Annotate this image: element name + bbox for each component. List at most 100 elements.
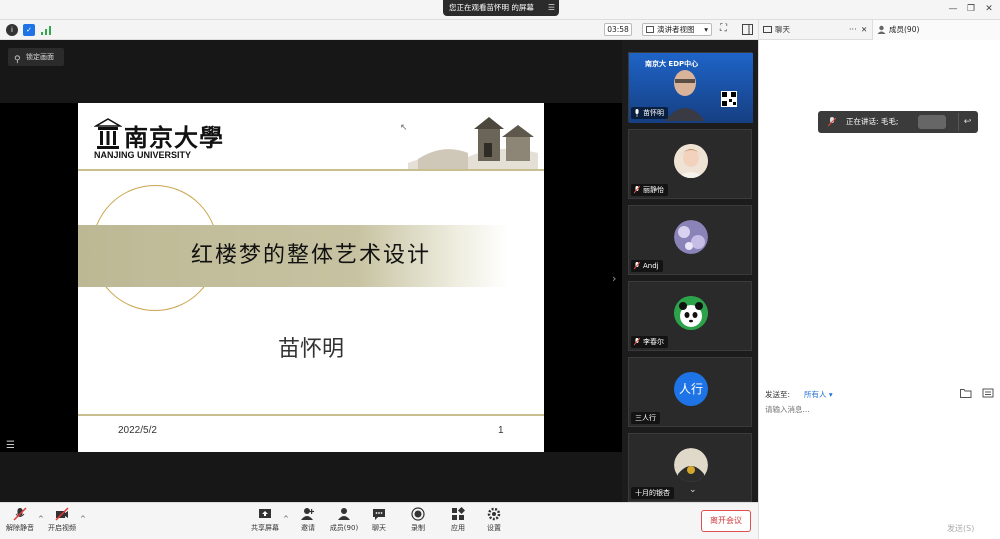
participant-tile[interactable]: 李春尔 xyxy=(628,281,752,351)
fullscreen-icon[interactable]: ⛶ xyxy=(720,23,727,34)
scroll-down-icon[interactable]: ⌄ xyxy=(689,485,697,495)
chevron-down-icon: ▾ xyxy=(704,25,708,34)
start-video-label: 开启视频 xyxy=(48,524,76,532)
shared-screen-stage[interactable]: ⚲ 锁定画面 南京大學 NANJING UNIVERSITY ↖ 红楼梦的整体艺… xyxy=(0,40,622,502)
qr-code-image xyxy=(721,91,737,107)
members-tab-icon xyxy=(877,25,886,34)
banner-menu-icon[interactable]: ☰ xyxy=(548,0,555,16)
speaking-mic-icon xyxy=(828,117,836,127)
gear-icon xyxy=(487,507,501,521)
mic-muted-icon xyxy=(634,186,640,194)
minimize-button[interactable]: — xyxy=(946,2,960,16)
avatar-photo xyxy=(674,220,708,254)
participant-gallery: 南京大 EDP中心 苗怀明 丽静怡 Andj 李春尔 人行 三人行 十月的银杏 … xyxy=(622,40,758,502)
camera-off-icon xyxy=(55,507,69,521)
slide-title: 红楼梦的整体艺术设计 xyxy=(190,243,431,268)
chat-panel: 正在讲话: 毛毛; ↩ 发送至: 所有人 ▾ 发送(S) xyxy=(758,40,1000,539)
tab-members[interactable]: 成员(90) xyxy=(872,20,1000,40)
share-screen-icon xyxy=(259,509,271,518)
chat-tab-icon xyxy=(763,26,772,33)
participant-tile[interactable]: 十月的银杏 ⌄ xyxy=(628,433,752,502)
start-video-button[interactable]: 开启视频 xyxy=(42,506,82,538)
chevron-right-icon[interactable]: › xyxy=(612,272,616,285)
signal-icon[interactable] xyxy=(40,24,52,36)
mic-muted-icon xyxy=(634,262,640,270)
mic-icon xyxy=(635,109,639,117)
header-divider xyxy=(78,169,544,171)
record-button[interactable]: 录制 xyxy=(398,506,438,538)
video-toolbar: i ✓ 03:58 演讲者视图 ▾ ⛶ xyxy=(0,20,758,40)
record-label: 录制 xyxy=(411,524,425,532)
pin-view-label: 锁定画面 xyxy=(26,53,54,61)
window-titlebar: 您正在观看苗怀明 的屏幕 ☰ — ❐ ✕ xyxy=(0,0,1000,20)
apps-label: 应用 xyxy=(451,524,465,532)
pin-icon: ⚲ xyxy=(14,55,21,65)
members-label: 成员(90) xyxy=(329,524,359,532)
slide-frame: 南京大學 NANJING UNIVERSITY ↖ 红楼梦的整体艺术设计 苗怀明… xyxy=(0,103,622,452)
settings-button[interactable]: 设置 xyxy=(474,506,514,538)
apps-button[interactable]: 应用 xyxy=(438,506,478,538)
members-tab-label: 成员(90) xyxy=(889,25,920,34)
pin-view-button[interactable]: ⚲ 锁定画面 xyxy=(8,48,64,66)
file-folder-icon[interactable] xyxy=(960,388,972,398)
university-name-cn: 南京大學 xyxy=(124,123,224,152)
list-icon[interactable]: ☰ xyxy=(6,440,18,452)
participant-avatar xyxy=(674,144,708,178)
participant-tile[interactable]: Andj xyxy=(628,205,752,275)
chat-button[interactable]: 聊天 xyxy=(359,506,399,538)
campus-scenery-image xyxy=(408,117,538,169)
restore-button[interactable]: ❐ xyxy=(964,2,978,16)
speaker-avatar xyxy=(918,115,946,129)
slide-date: 2022/5/2 xyxy=(118,425,157,436)
info-icon[interactable]: i xyxy=(6,24,18,36)
shield-icon[interactable]: ✓ xyxy=(23,24,35,36)
send-to-label: 发送至: xyxy=(765,390,791,399)
chat-more-icon[interactable]: ··· xyxy=(849,20,857,40)
participant-tile[interactable]: 南京大 EDP中心 苗怀明 xyxy=(628,52,753,123)
close-window-button[interactable]: ✕ xyxy=(982,2,996,16)
speaker-view-icon xyxy=(646,26,654,33)
layout-toggle-icon[interactable] xyxy=(742,24,753,35)
participant-name-tag: 十月的银杏 xyxy=(631,487,674,499)
members-button[interactable]: 成员(90) xyxy=(324,506,364,538)
title-band: 红楼梦的整体艺术设计 xyxy=(78,225,508,287)
view-mode-select[interactable]: 演讲者视图 ▾ xyxy=(642,23,712,36)
leave-meeting-button[interactable]: 离开会议 xyxy=(701,510,751,532)
university-name-en: NANJING UNIVERSITY xyxy=(94,150,192,160)
university-emblem-icon xyxy=(94,118,122,149)
participant-tile[interactable]: 丽静怡 xyxy=(628,129,752,199)
screen-share-banner[interactable]: 您正在观看苗怀明 的屏幕 ☰ xyxy=(443,0,559,16)
invite-label: 邀请 xyxy=(301,524,315,532)
chat-message-input[interactable] xyxy=(765,404,995,520)
share-screen-button[interactable]: 共享屏幕 xyxy=(245,506,285,538)
avatar-photo xyxy=(674,144,708,178)
record-icon xyxy=(411,507,425,521)
recipient-select[interactable]: 所有人 ▾ xyxy=(804,389,833,400)
chat-label: 聊天 xyxy=(372,524,386,532)
invite-button[interactable]: 邀请 xyxy=(288,506,328,538)
participant-initials-avatar: 人行 xyxy=(674,372,708,406)
participant-name-tag: 丽静怡 xyxy=(631,184,668,196)
tab-chat[interactable]: 聊天 xyxy=(775,20,790,40)
participant-name-tag: 李春尔 xyxy=(631,336,668,348)
apps-grid-icon xyxy=(452,507,465,520)
participant-avatar xyxy=(674,448,708,482)
participant-tile[interactable]: 人行 三人行 xyxy=(628,357,752,427)
participant-name-tag: 苗怀明 xyxy=(631,107,668,119)
unmute-button[interactable]: 解除静音 xyxy=(0,506,40,538)
chat-close-icon[interactable]: ✕ xyxy=(861,20,867,40)
meeting-timer: 03:58 xyxy=(604,23,632,36)
add-user-icon xyxy=(301,508,315,520)
return-icon[interactable]: ↩ xyxy=(958,113,976,131)
send-button[interactable]: 发送(S) xyxy=(947,523,974,534)
chevron-down-icon: ▾ xyxy=(828,390,833,399)
participant-name-tag: Andj xyxy=(631,260,663,272)
presenter-video xyxy=(665,70,705,121)
settings-label: 设置 xyxy=(487,524,501,532)
participant-avatar xyxy=(674,296,708,330)
meeting-toolbar: 解除静音 ^ 开启视频 ^ 共享屏幕 ^ 邀请 成员(90) 聊天 录制 应用 … xyxy=(0,502,758,539)
video-options-caret[interactable]: ^ xyxy=(80,515,86,523)
share-banner-text: 您正在观看苗怀明 的屏幕 xyxy=(449,3,534,12)
mouse-cursor-icon: ↖ xyxy=(400,123,408,133)
chat-history-icon[interactable] xyxy=(982,388,994,398)
